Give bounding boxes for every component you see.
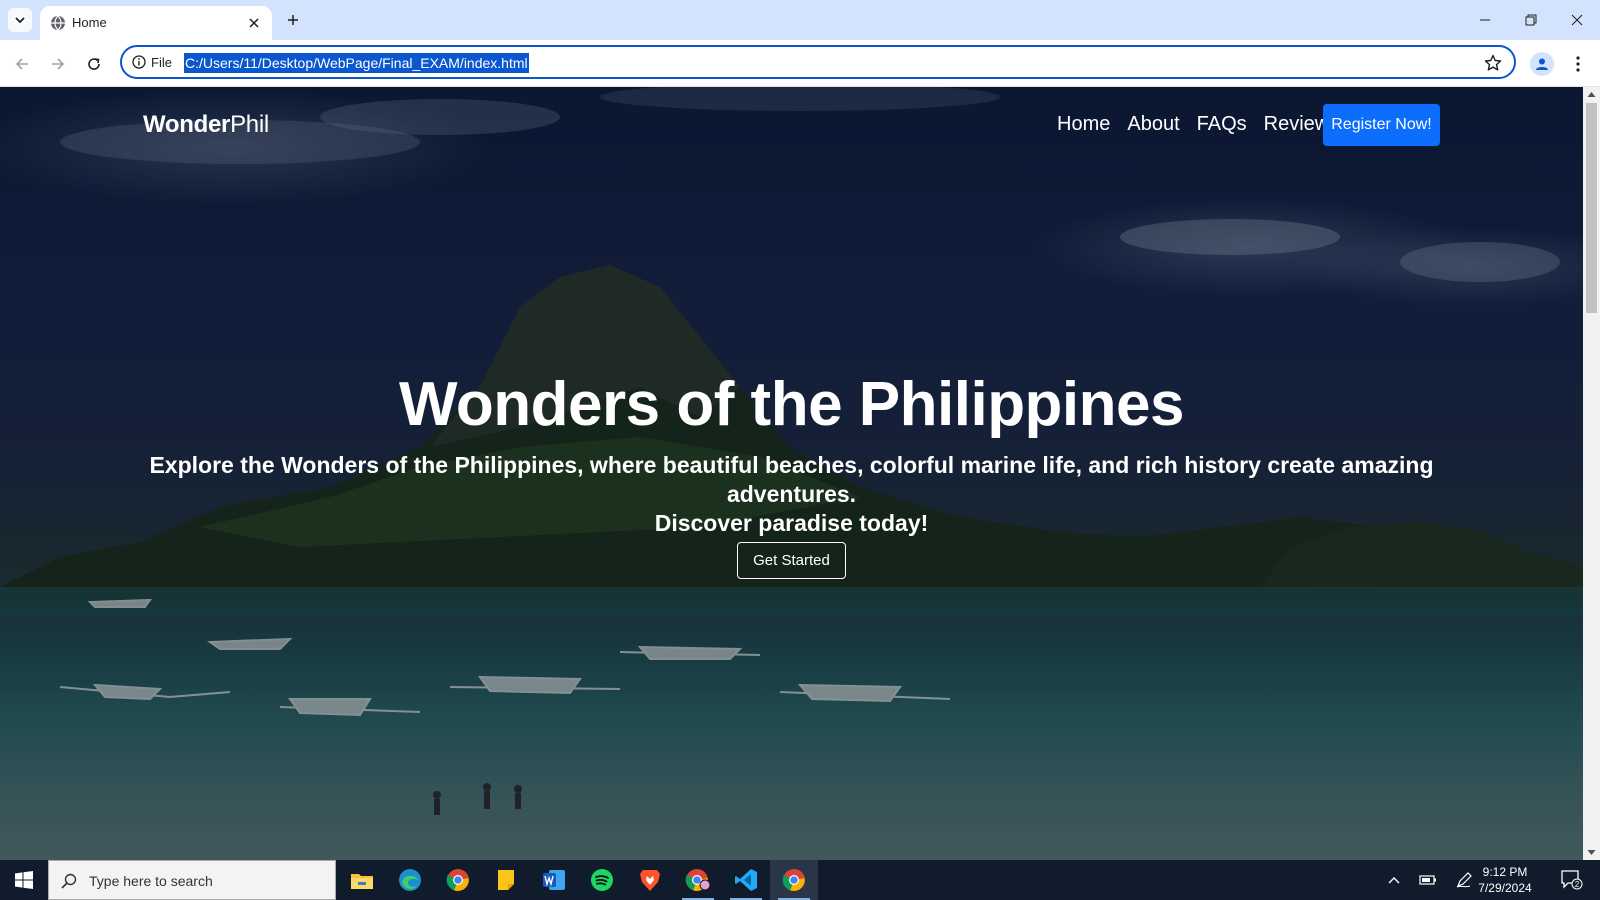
arrow-left-icon	[15, 58, 28, 70]
nav-link-about[interactable]: About	[1127, 113, 1179, 136]
taskbar-clock[interactable]: 9:12 PM 7/29/2024	[1465, 864, 1545, 896]
tab-home[interactable]: Home	[40, 6, 272, 40]
forward-button[interactable]	[46, 52, 70, 76]
brand-bold-text: Wonder	[143, 111, 231, 138]
edge-icon	[399, 869, 421, 891]
nav-link-review[interactable]: Review	[1264, 113, 1330, 136]
notification-center-button[interactable]: 2	[1556, 860, 1588, 900]
clock-date: 7/29/2024	[1478, 881, 1532, 895]
tray-battery[interactable]	[1414, 860, 1442, 900]
register-now-button[interactable]: Register Now!	[1323, 104, 1440, 146]
arrow-right-icon	[52, 58, 65, 70]
restore-button[interactable]	[1508, 0, 1554, 40]
taskbar-search-box[interactable]: Type here to search	[48, 860, 336, 900]
vscode-icon	[735, 869, 757, 891]
restore-icon	[1525, 14, 1537, 26]
hero-subtitle-line-2: Discover paradise today!	[654, 510, 929, 536]
reload-button[interactable]	[82, 52, 106, 76]
spotify-icon	[591, 869, 613, 891]
taskbar-spotify[interactable]	[578, 860, 626, 900]
person-icon	[1536, 58, 1548, 70]
taskbar-word[interactable]	[530, 860, 578, 900]
file-explorer-icon	[351, 874, 373, 889]
search-placeholder: Type here to search	[89, 873, 213, 889]
tab-close-button[interactable]	[244, 13, 264, 33]
more-vertical-icon	[1576, 56, 1580, 72]
windows-logo-icon	[15, 871, 33, 889]
get-started-button[interactable]: Get Started	[737, 542, 846, 579]
web-page-hero: WonderPhil Home About FAQs Review Regist…	[0, 87, 1583, 860]
hero-subtitle-line-1: Explore the Wonders of the Philippines, …	[149, 452, 1434, 507]
info-icon[interactable]	[132, 55, 146, 69]
taskbar-brave[interactable]	[626, 860, 674, 900]
taskbar-chrome-profile[interactable]	[674, 860, 722, 900]
close-icon	[1571, 14, 1583, 26]
notification-count: 2	[1575, 880, 1580, 889]
chrome-profile-icon	[685, 869, 711, 891]
page-scrollbar[interactable]	[1583, 87, 1600, 860]
start-button[interactable]	[0, 860, 48, 900]
taskbar-edge[interactable]	[386, 860, 434, 900]
taskbar-sticky-notes[interactable]	[482, 860, 530, 900]
brand-light-text: Phil	[230, 111, 269, 138]
nav-link-home[interactable]: Home	[1057, 113, 1110, 136]
globe-icon	[51, 15, 65, 31]
tab-search-button[interactable]	[8, 8, 32, 32]
brave-icon	[640, 870, 660, 891]
hero-subtitle: Explore the Wonders of the Philippines, …	[90, 451, 1493, 538]
minimize-button[interactable]	[1462, 0, 1508, 40]
url-scheme-label: File	[151, 55, 172, 70]
taskbar-vscode[interactable]	[722, 860, 770, 900]
profile-button[interactable]	[1530, 52, 1554, 76]
minimize-icon	[1480, 19, 1490, 21]
close-icon	[249, 18, 259, 28]
url-text[interactable]: C:/Users/11/Desktop/WebPage/Final_EXAM/i…	[184, 53, 529, 73]
back-button[interactable]	[10, 52, 34, 76]
scroll-up-arrow-icon[interactable]	[1587, 90, 1596, 99]
browser-toolbar: File C:/Users/11/Desktop/WebPage/Final_E…	[0, 40, 1600, 87]
sticky-notes-icon	[498, 870, 514, 890]
scrollbar-thumb[interactable]	[1586, 103, 1597, 313]
search-icon	[61, 873, 77, 889]
hero-title: Wonders of the Philippines	[398, 370, 1185, 439]
browser-tab-strip: Home	[0, 0, 1600, 40]
taskbar-chrome[interactable]	[434, 860, 482, 900]
close-window-button[interactable]	[1554, 0, 1600, 40]
battery-icon	[1419, 875, 1436, 885]
scroll-down-arrow-icon[interactable]	[1587, 848, 1596, 857]
chrome-active-icon	[782, 869, 805, 891]
site-nav: Home About FAQs Review	[1057, 113, 1329, 136]
address-bar[interactable]: File C:/Users/11/Desktop/WebPage/Final_E…	[120, 45, 1516, 79]
notification-icon: 2	[1561, 870, 1583, 890]
brand-logo[interactable]: WonderPhil	[143, 111, 269, 139]
chevron-down-icon	[15, 17, 25, 24]
star-icon[interactable]	[1484, 54, 1502, 72]
reload-icon	[88, 58, 100, 70]
chrome-icon	[446, 869, 469, 891]
plus-icon	[288, 15, 298, 25]
browser-menu-button[interactable]	[1568, 52, 1588, 76]
clock-time: 9:12 PM	[1482, 865, 1528, 879]
tab-title: Home	[72, 15, 107, 30]
new-tab-button[interactable]	[282, 9, 304, 31]
taskbar-file-explorer[interactable]	[338, 860, 386, 900]
chevron-up-icon	[1388, 877, 1400, 884]
tray-show-hidden-icons[interactable]	[1382, 860, 1406, 900]
windows-taskbar: Type here to search 9:12 PM 7/29/2024 2	[0, 860, 1600, 900]
word-icon	[543, 870, 565, 890]
taskbar-chrome-active[interactable]	[770, 860, 818, 900]
nav-link-faqs[interactable]: FAQs	[1197, 113, 1247, 136]
